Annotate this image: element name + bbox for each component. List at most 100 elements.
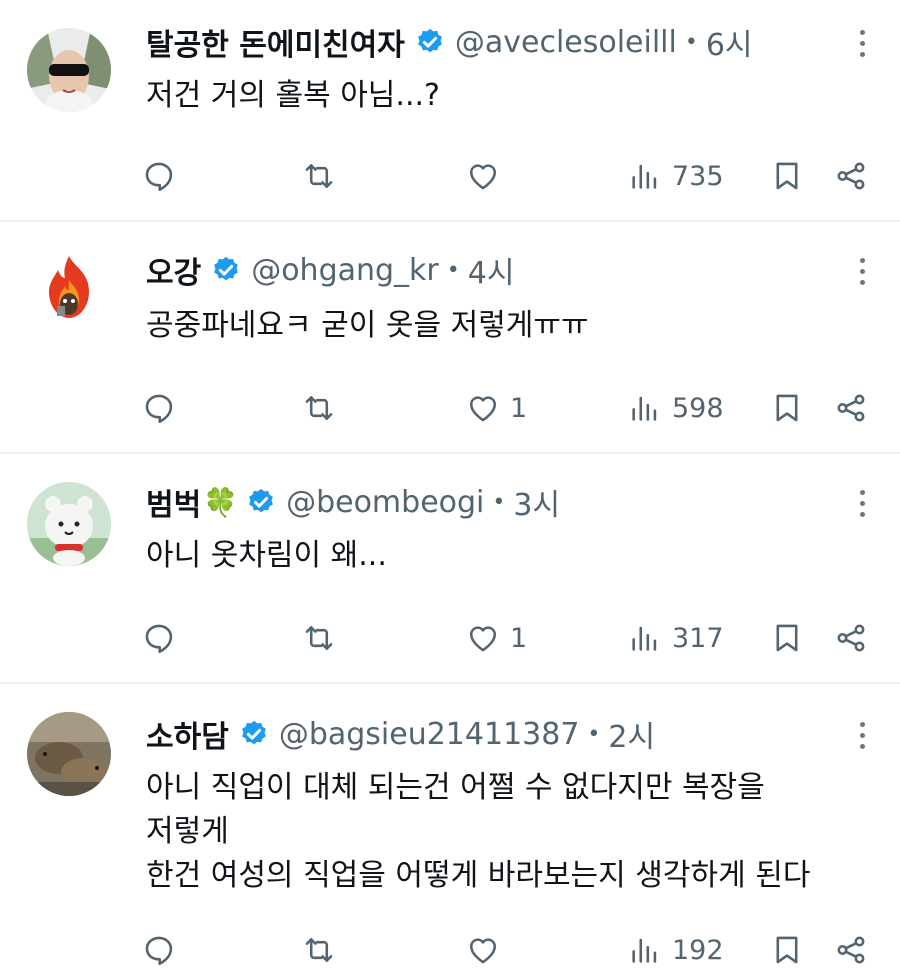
fire-character-avatar-icon: [27, 252, 111, 336]
display-name[interactable]: 범벅: [146, 480, 201, 524]
like-button[interactable]: 1: [466, 616, 527, 660]
reply-button[interactable]: [142, 928, 186, 972]
bookmark-icon: [776, 394, 798, 422]
action-bar: 1 317: [0, 616, 900, 660]
separator-dot: •: [684, 29, 698, 55]
avatar[interactable]: [27, 712, 111, 796]
reply-button[interactable]: [142, 616, 186, 660]
separator-dot: •: [492, 489, 506, 515]
views-button[interactable]: 598: [628, 386, 724, 430]
more-options-icon[interactable]: [858, 722, 866, 752]
reply-feed: 탈공한 돈에미친여자 @aveclesoleilll • 6시 저건 거의 홀복…: [0, 0, 900, 980]
view-count: 192: [672, 934, 724, 966]
share-icon: [837, 936, 865, 964]
bookmark-button[interactable]: [770, 386, 804, 430]
more-options-icon[interactable]: [858, 258, 866, 288]
verified-badge-icon: [417, 28, 442, 53]
like-button[interactable]: 1: [466, 386, 527, 430]
share-icon: [837, 394, 865, 422]
avatar[interactable]: [27, 252, 111, 336]
avatar[interactable]: [27, 482, 111, 566]
heart-icon: [469, 396, 497, 422]
handle[interactable]: @ohgang_kr: [251, 253, 439, 288]
views-chart-icon: [632, 396, 657, 421]
like-count: 1: [510, 622, 528, 654]
views-button[interactable]: 735: [628, 154, 724, 198]
view-count: 598: [672, 392, 724, 424]
bookmark-icon: [776, 162, 798, 190]
tweet-text-line: 아니 옷차림이 왜...: [146, 538, 387, 573]
bookmark-icon: [776, 936, 798, 964]
person-with-money-avatar-icon: [27, 28, 111, 112]
share-button[interactable]: [834, 616, 868, 660]
retweet-button[interactable]: [302, 928, 346, 972]
separator-dot: •: [587, 721, 601, 747]
action-bar: 735: [0, 154, 900, 198]
share-button[interactable]: [834, 154, 868, 198]
more-options-icon[interactable]: [858, 30, 866, 60]
tweet[interactable]: 오강 @ohgang_kr • 4시 공중파네요ㅋ 굳이 옷을 저렇게ㅠㅠ 1: [0, 222, 900, 452]
capybara-photo-avatar-icon: [27, 712, 111, 796]
display-name[interactable]: 탈공한 돈에미친여자: [146, 20, 405, 64]
timestamp[interactable]: 6시: [706, 20, 753, 64]
bookmark-button[interactable]: [770, 154, 804, 198]
view-count: 735: [672, 160, 724, 192]
tweet-text-line: 저건 거의 홀복 아님...?: [146, 78, 440, 113]
retweet-button[interactable]: [302, 386, 346, 430]
views-chart-icon: [632, 938, 657, 963]
verified-badge-icon: [249, 488, 273, 513]
tweet[interactable]: 탈공한 돈에미친여자 @aveclesoleilll • 6시 저건 거의 홀복…: [0, 0, 900, 220]
action-bar: 1 598: [0, 386, 900, 430]
separator-dot: •: [446, 257, 460, 283]
reply-button[interactable]: [142, 386, 186, 430]
display-name[interactable]: 소하담: [146, 712, 229, 756]
display-name[interactable]: 오강: [146, 248, 201, 292]
share-button[interactable]: [834, 928, 868, 972]
tweet-text: 아니 직업이 대체 되는건 어쩔 수 없다지만 복장을 저렇게 한건 여성의 직…: [146, 766, 866, 898]
timestamp[interactable]: 3시: [513, 480, 560, 524]
handle[interactable]: @aveclesoleilll: [455, 25, 677, 60]
handle[interactable]: @bagsieu21411387: [279, 717, 580, 752]
share-button[interactable]: [834, 386, 868, 430]
name-emoji: 🍀: [203, 485, 239, 519]
retweet-button[interactable]: [302, 616, 346, 660]
white-bear-avatar-icon: [27, 482, 111, 566]
views-chart-icon: [632, 164, 657, 189]
tweet[interactable]: 소하담 @bagsieu21411387 • 2시 아니 직업이 대체 되는건 …: [0, 684, 900, 980]
retweet-button[interactable]: [302, 154, 346, 198]
more-options-icon[interactable]: [858, 490, 866, 520]
tweet-header: 오강 @ohgang_kr • 4시: [146, 248, 514, 292]
views-button[interactable]: 192: [628, 928, 724, 972]
reply-button[interactable]: [142, 154, 186, 198]
timestamp[interactable]: 4시: [468, 248, 515, 292]
tweet-text: 저건 거의 홀복 아님...?: [146, 74, 866, 118]
tweet-text-line: 저렇게: [146, 814, 229, 849]
tweet-text-line: 한건 여성의 직업을 어떻게 바라보는지 생각하게 된다: [146, 858, 811, 893]
tweet-text: 공중파네요ㅋ 굳이 옷을 저렇게ㅠㅠ: [146, 304, 866, 348]
action-bar: 192: [0, 928, 900, 972]
reply-icon: [145, 394, 173, 424]
tweet-text-line: 아니 직업이 대체 되는건 어쩔 수 없다지만 복장을: [146, 770, 765, 805]
bookmark-button[interactable]: [770, 928, 804, 972]
like-button[interactable]: [466, 928, 510, 972]
avatar[interactable]: [27, 28, 111, 112]
bookmark-icon: [776, 624, 798, 652]
timestamp[interactable]: 2시: [608, 712, 655, 756]
views-button[interactable]: 317: [628, 616, 724, 660]
reply-icon: [145, 624, 173, 654]
reply-icon: [145, 936, 173, 966]
tweet-text: 아니 옷차림이 왜...: [146, 534, 866, 578]
tweet-text-line: 공중파네요ㅋ 굳이 옷을 저렇게ㅠㅠ: [146, 308, 589, 343]
tweet[interactable]: 범벅 🍀 @beombeogi • 3시 아니 옷차림이 왜... 1 317: [0, 454, 900, 682]
verified-badge-icon: [214, 256, 239, 281]
bookmark-button[interactable]: [770, 616, 804, 660]
views-chart-icon: [632, 626, 657, 651]
retweet-icon: [305, 164, 333, 188]
share-icon: [837, 624, 865, 652]
retweet-icon: [305, 396, 333, 420]
handle[interactable]: @beombeogi: [286, 485, 484, 520]
reply-icon: [145, 162, 173, 192]
tweet-header: 탈공한 돈에미친여자 @aveclesoleilll • 6시: [146, 20, 753, 64]
share-icon: [837, 162, 865, 190]
like-button[interactable]: [466, 154, 510, 198]
